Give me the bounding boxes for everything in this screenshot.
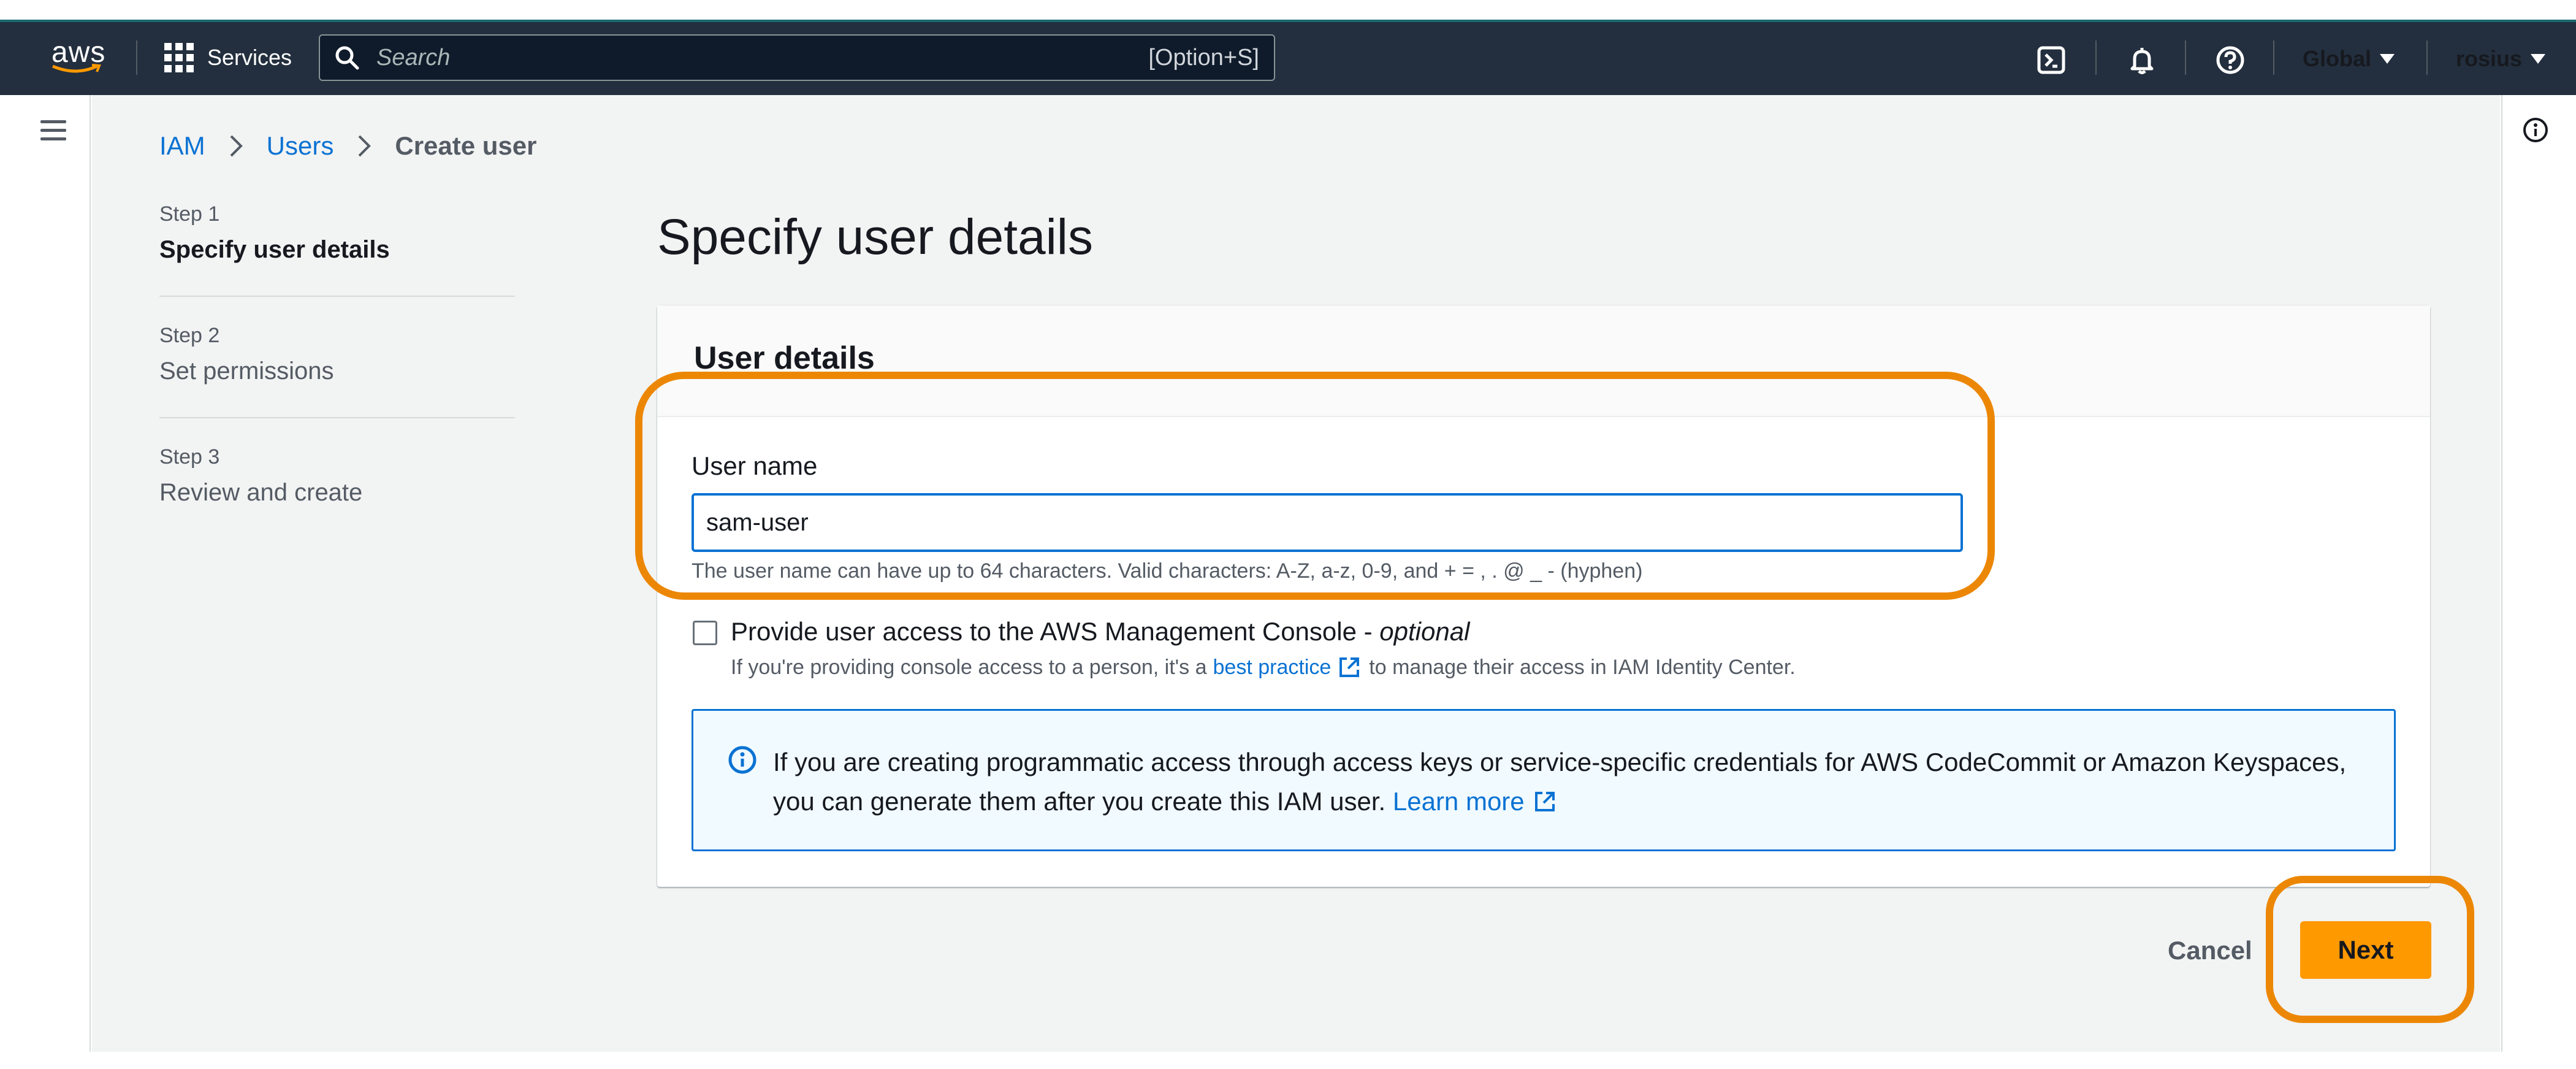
step-2: Step 2 Set permissions bbox=[159, 324, 515, 418]
chevron-right-icon bbox=[358, 135, 372, 157]
search-box[interactable]: [Option+S] bbox=[319, 34, 1275, 81]
help-icon[interactable] bbox=[2213, 43, 2247, 77]
divider bbox=[2273, 40, 2274, 75]
divider bbox=[136, 40, 137, 75]
page-title: Specify user details bbox=[657, 209, 1094, 265]
external-link-icon[interactable] bbox=[1337, 655, 1362, 680]
cloudshell-icon[interactable] bbox=[2034, 43, 2068, 77]
panel-title: User details bbox=[694, 340, 875, 376]
breadcrumb-users[interactable]: Users bbox=[267, 131, 334, 161]
info-circle-icon bbox=[728, 746, 756, 774]
learn-more-link[interactable]: Learn more bbox=[1393, 787, 1558, 816]
info-alert-text: If you are creating programmatic access … bbox=[773, 748, 2347, 816]
username-constraint-text: The user name can have up to 64 characte… bbox=[692, 559, 1643, 583]
best-practice-link[interactable]: best practice bbox=[1213, 656, 1332, 680]
user-details-panel: User details User name The user name can… bbox=[657, 305, 2430, 887]
search-input[interactable] bbox=[375, 44, 1149, 72]
panel-header: User details bbox=[657, 305, 2430, 417]
wizard-steps: Step 1 Specify user details Step 2 Set p… bbox=[159, 202, 515, 565]
divider bbox=[2185, 40, 2186, 75]
next-button[interactable]: Next bbox=[2300, 921, 2431, 979]
username-input[interactable] bbox=[692, 493, 1963, 552]
username-label: User name bbox=[692, 451, 818, 480]
aws-smile-icon bbox=[52, 64, 101, 73]
info-alert: If you are creating programmatic access … bbox=[692, 709, 2396, 851]
caret-down-icon bbox=[2531, 54, 2546, 64]
console-access-label[interactable]: Provide user access to the AWS Managemen… bbox=[731, 617, 1469, 646]
cancel-button[interactable]: Cancel bbox=[2168, 936, 2252, 965]
external-link-icon[interactable] bbox=[1531, 789, 1558, 814]
divider bbox=[2426, 40, 2428, 75]
search-shortcut-hint: [Option+S] bbox=[1148, 44, 1259, 71]
search-icon bbox=[335, 46, 359, 70]
breadcrumb-current: Create user bbox=[395, 131, 537, 160]
tools-rail bbox=[2501, 95, 2576, 1052]
side-navigation-rail bbox=[0, 95, 91, 1052]
account-menu[interactable]: rosius bbox=[2456, 40, 2546, 77]
top-navigation-bar: aws Services [Option+S] Global rosiu bbox=[0, 20, 2576, 95]
services-label: Services bbox=[207, 45, 292, 70]
region-selector[interactable]: Global bbox=[2303, 40, 2395, 77]
grid-menu-icon bbox=[164, 43, 194, 72]
breadcrumb: IAM Users Create user bbox=[159, 131, 536, 161]
caret-down-icon bbox=[2380, 54, 2395, 64]
step-1: Step 1 Specify user details bbox=[159, 202, 515, 297]
divider bbox=[2095, 40, 2097, 75]
notifications-bell-icon[interactable] bbox=[2125, 43, 2159, 77]
info-icon[interactable] bbox=[2522, 117, 2549, 147]
chevron-right-icon bbox=[230, 135, 243, 157]
aws-logo[interactable]: aws bbox=[49, 36, 108, 77]
services-menu-button[interactable]: Services bbox=[164, 38, 292, 77]
hamburger-menu-icon[interactable] bbox=[40, 120, 66, 141]
console-access-checkbox[interactable] bbox=[693, 621, 717, 645]
breadcrumb-iam[interactable]: IAM bbox=[159, 131, 205, 161]
console-access-description: If you're providing console access to a … bbox=[731, 655, 1796, 680]
step-3: Step 3 Review and create bbox=[159, 445, 363, 506]
